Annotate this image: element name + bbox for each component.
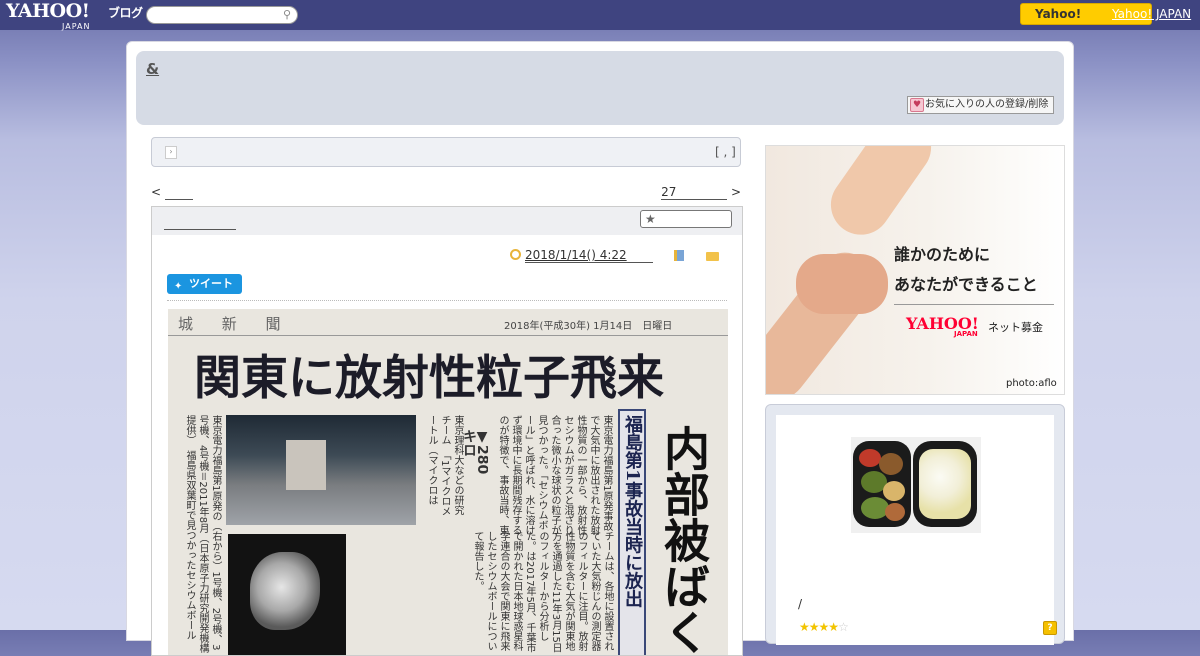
plant-photo (226, 415, 416, 525)
logo-sub: JAPAN (62, 22, 91, 31)
search-icon[interactable]: ⚲ (283, 8, 291, 21)
bento-box-right (913, 441, 977, 527)
article-pager: < 27 > (151, 185, 741, 201)
newspaper-masthead: 城 新 聞 2018年(平成30年) 1月14日 日曜日 (168, 309, 728, 336)
profile-inner: / ★★★★☆ ? (776, 415, 1057, 645)
ad-hand-image (819, 146, 943, 247)
newspaper-headline: 関東に放射性粒子飛来 (194, 351, 664, 406)
article-column-4: チームは、各地に設置されていた大気粉じんの測定器のフィルターに注目。放射性物質を… (472, 531, 613, 653)
search-box: ⚲ (146, 6, 298, 24)
newspaper-name: 城 新 聞 (178, 315, 293, 333)
profile-panel: / ★★★★☆ ? (765, 404, 1065, 645)
prev-arrow: < (151, 185, 162, 199)
twitter-bird-icon: ✦ (174, 281, 183, 292)
next-article-number: 27 (661, 185, 677, 199)
article-meta: 2018/1/14() 4:22 (510, 248, 732, 264)
next-arrow: > (730, 185, 741, 199)
nav-bracket-text: [ , ] (715, 145, 736, 159)
article-column-2: ▼280キロ (464, 429, 488, 475)
star-filled-icon: ★ (828, 620, 839, 634)
profile-name: / (798, 597, 803, 611)
star-filled-icon: ★ (818, 620, 830, 634)
tweet-label: ツイート (189, 277, 233, 290)
article-column-3: 東京電力福島第1原発事故で大気中に放出された放射性物質の一部から、放射性セシウム… (498, 415, 612, 535)
ad-handshake-image (796, 254, 888, 314)
divider (167, 300, 727, 301)
article-title[interactable] (164, 215, 236, 230)
article-column-1: 東京理科大などの研究チーム 「1マイクロメートル（マイクロは100万分の1）程度… (426, 415, 463, 517)
clock-icon (510, 249, 521, 260)
star-filled-icon: ★ (799, 620, 810, 634)
newspaper-vertical-headline: 内部被ばくの (657, 425, 711, 655)
ad-logo-sub: JAPAN (954, 330, 978, 338)
newspaper-side-headline: 福島第1事故当時に放出 (618, 409, 646, 655)
book-icon[interactable] (674, 250, 684, 261)
folder-icon[interactable] (706, 252, 719, 261)
article-header: ★ (152, 207, 742, 235)
article-date-link[interactable]: 2018/1/14() 4:22 (525, 248, 653, 263)
profile-bento-image[interactable] (851, 437, 981, 533)
yahoo-blog-logo[interactable]: YAHOO! JAPAN ブログ (6, 2, 143, 32)
star-icon: ★ (645, 212, 656, 226)
arrow-right-icon[interactable]: › (165, 146, 177, 159)
logo-service: ブログ (108, 6, 143, 20)
nav-box: › [ , ] (151, 137, 741, 167)
ad-service-name: ネット募金 (988, 321, 1043, 334)
bento-box-left (853, 441, 911, 527)
ad-photo-credit: photo:aflo (1006, 378, 1057, 389)
blog-header: & ♥ お気に入りの人の登録/削除 (136, 51, 1064, 125)
yahoo-button-label: Yahoo! (1035, 7, 1082, 21)
heart-icon: ♥ (910, 98, 924, 112)
photo-caption-column: 東京電力福島第1原発の（右から）1号機、2号機、3号機、4号機＝2011年8月（… (184, 415, 221, 654)
rating-stars: ★★★★☆ (799, 620, 849, 634)
blog-title[interactable]: & (146, 60, 159, 78)
yahoo-japan-link[interactable]: Yahoo! JAPAN (1112, 7, 1191, 21)
yahoo-japan-link-wrap: Yahoo! JAPAN (1112, 7, 1191, 21)
tweet-button[interactable]: ✦ ツイート (167, 274, 242, 294)
newspaper-clipping-image: 城 新 聞 2018年(平成30年) 1月14日 日曜日 関東に放射性粒子飛来 … (168, 309, 728, 655)
top-bar: YAHOO! JAPAN ブログ ⚲ Yahoo! Yahoo! JAPAN (0, 0, 1200, 32)
prev-article-link[interactable]: < (151, 185, 193, 200)
article: ★ 2018/1/14() 4:22 ✦ ツイート 城 新 聞 2018年(平成… (151, 206, 743, 656)
ad-yahoo-logo: YAHOO! JAPAN (906, 314, 979, 338)
next-article-link[interactable]: 27 > (661, 185, 741, 200)
favorite-register-button[interactable]: ♥ お気に入りの人の登録/削除 (907, 96, 1054, 114)
favorite-star-button[interactable]: ★ (640, 210, 732, 228)
donation-ad-banner[interactable]: 誰かのために あなたができること YAHOO! JAPAN ネット募金 phot… (765, 145, 1065, 395)
next-article-title: 27 (661, 185, 728, 200)
search-input[interactable] (155, 8, 279, 24)
help-icon[interactable]: ? (1043, 621, 1057, 635)
ad-divider (894, 304, 1054, 305)
cesium-ball-photo (228, 534, 346, 655)
newspaper-date: 2018年(平成30年) 1月14日 日曜日 (504, 321, 673, 332)
ad-line-1: 誰かのために (894, 245, 991, 264)
star-empty-icon: ☆ (838, 620, 849, 634)
favorite-register-label: お気に入りの人の登録/削除 (925, 99, 1049, 110)
ad-line-2: あなたができること (894, 275, 1038, 294)
prev-article-title (164, 185, 193, 200)
star-filled-icon: ★ (808, 620, 820, 634)
